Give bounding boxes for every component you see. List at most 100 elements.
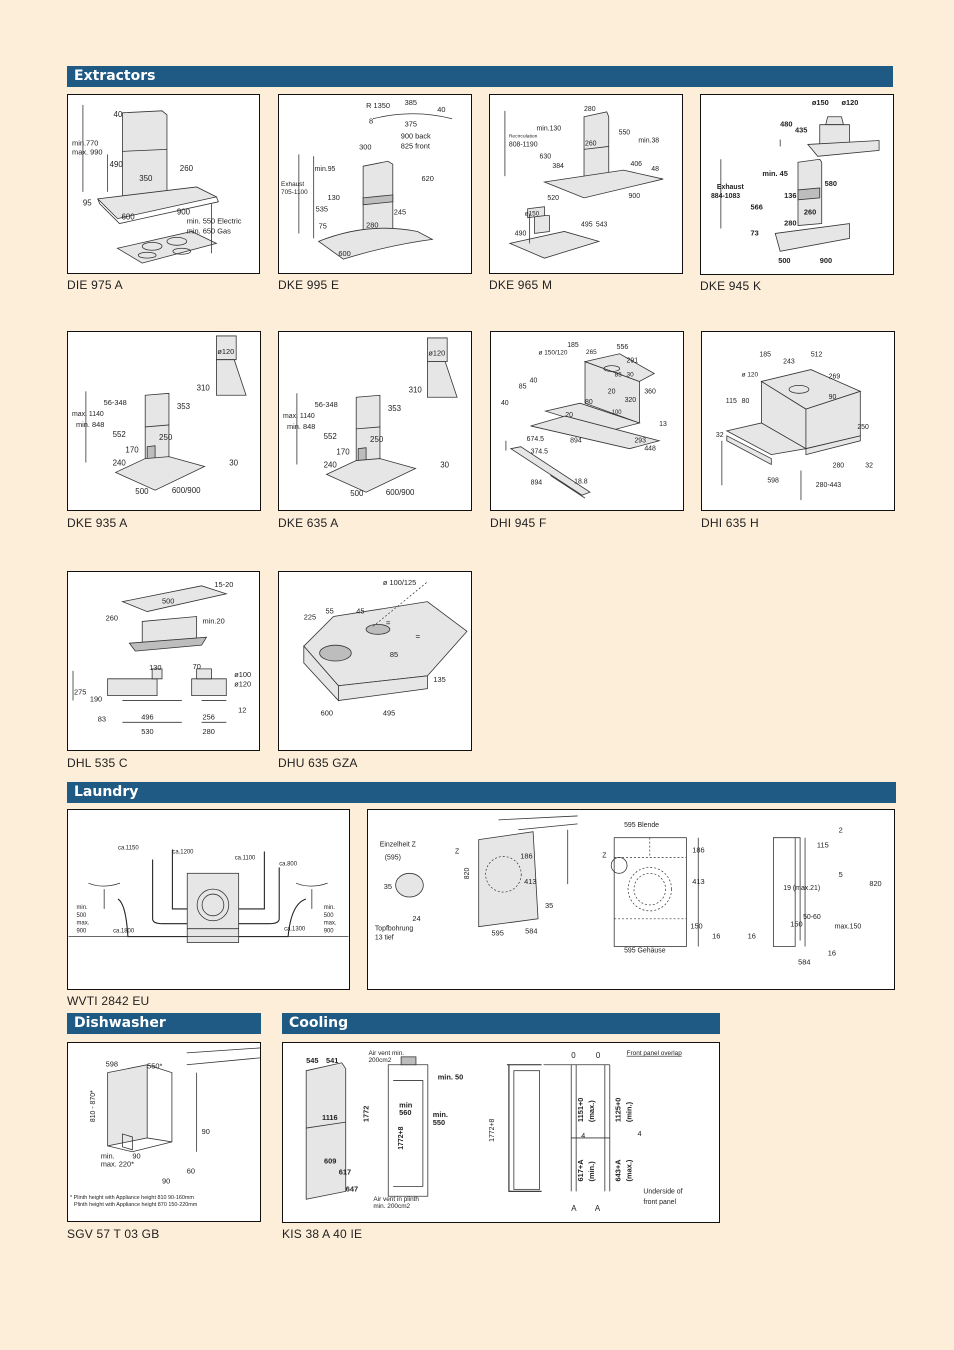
dim-label: 566 [751,203,763,212]
dim-label: 16 [712,932,720,941]
washer-dimension-drawing: Einzelheit Z (595) 35 24 Topfbohrung 13 … [375,815,882,966]
dim-label: 300 [359,142,371,151]
dim-label: 73 [751,228,759,237]
dim-label: 900 [76,929,87,935]
dim-label: 810 - 870* [90,1090,97,1122]
dim-label: 115 [726,398,737,405]
dim-label: 280 [833,462,845,469]
dim-label: 130 [149,663,161,672]
dim-label: 448 [644,446,656,453]
dim-label: 643+A [614,1159,623,1182]
dim-label: 500 [162,597,174,606]
dim-label: max.150 [835,924,862,931]
dim-label: 135 [433,675,445,684]
dim-label: ø120 [217,347,234,356]
model-caption: DIE 975 A [67,278,123,292]
dim-label: 13 tief [375,935,394,942]
dim-label: 12 [238,705,246,714]
section-header-extractors: Extractors [67,66,893,87]
dim-label: 1772+8 [489,1118,496,1141]
dim-label: (max.) [625,1159,634,1181]
model-caption: DKE 995 E [278,278,340,292]
hood-chimney-drawing: ø120 310 56-348 353 max. 1140 min. 848 5… [72,335,247,496]
dim-label: 375 [405,120,417,129]
dim-label: 40 [114,110,123,119]
dim-label: 80 [585,399,593,406]
dim-label: 85 [519,383,527,390]
dim-label: 40 [530,377,538,384]
dim-label: 24 [412,914,420,923]
dim-label: 30 [229,459,238,468]
dim-label: min. 45 [762,169,788,178]
footnote: Plinth height with Appliance height 870 … [74,1202,198,1208]
dim-label: 4 [637,1129,641,1138]
dim-label: 500 [350,489,364,498]
diagram-dhl-535-c: 15-20 500 260 min.20 130 70 ø100 ø120 27… [67,571,260,751]
dim-label: 280 [584,106,596,113]
dim-label: 413 [524,877,536,886]
dim-label: 900 [177,208,191,217]
dim-label: 543 [596,222,608,229]
dim-label: 45 [356,607,364,616]
dim-label: 495 [383,708,395,717]
dim-label: ø120 [234,680,251,689]
telescopic-hood-drawing: 185 512 243 ø 120 269 115 80 90 250 32 2… [716,352,873,501]
dim-label: 550 [433,1118,445,1127]
dim-label: 825 front [401,141,430,150]
dim-label: 35 [545,901,553,910]
diagram-laundry-connections: ca.1150 ca.1200 ca.1100 ca.800 min. 500 … [67,809,350,990]
dim-label: 185 [759,352,771,359]
dim-label: 243 [783,359,795,366]
dim-label: ø 120 [742,372,759,379]
dim-label: 55 [326,607,334,616]
dim-label: 56-348 [315,400,338,409]
dim-label: 556 [617,344,629,351]
dim-label: 808-1190 [509,141,538,148]
dim-label: min. [324,905,336,911]
dim-label: 600/900 [172,486,201,495]
dim-label: min.38 [638,137,659,144]
dim-label: = [386,618,391,627]
hood-wall-drawing: 280 min.130 550 Recirculation 808-1190 2… [504,106,664,259]
dim-label: (min.) [625,1101,634,1122]
dim-label: 4 [581,1131,585,1140]
dim-label: Recirculation [509,134,538,140]
hood-wall-drawing: R 1350 385 40 8 375 900 back 825 front 3… [281,98,453,260]
model-caption: DKE 635 A [278,516,339,530]
dim-label: 150 [690,922,702,931]
dim-label: 900 [629,193,641,200]
dim-label: 19 (max.21) [783,885,820,892]
dim-label: ø120 [428,349,445,358]
diagram-kis-38-a-40-ie: 545 541 Air vent min. 200cm2 min. 50 177… [282,1042,720,1223]
dim-label: 130 [328,193,340,202]
dim-label: 280-443 [816,482,842,489]
dim-label: min. 200cm2 [373,1203,410,1210]
conventional-hood-drawing: ø 100/125 225 55 45 = = 85 135 600 495 [303,578,468,717]
dim-label: max. [324,921,337,927]
dim-label: (min.) [587,1161,596,1182]
dim-label: ø 150/120 [539,350,568,357]
diagram-dke-935-a: ø120 310 56-348 353 max. 1140 min. 848 5… [67,331,261,511]
dim-label: 545 [306,1056,318,1065]
dim-label: 310 [197,383,211,392]
dim-label: 630 [540,153,552,160]
section-header-cooling: Cooling [282,1013,720,1034]
dim-label: 291 [627,358,639,365]
dim-label: 385 [405,98,417,107]
dim-label: (max.) [587,1100,596,1122]
dim-label: Einzelheit Z [380,842,416,849]
model-caption: DHL 535 C [67,756,128,770]
section-header-dishwasher: Dishwasher [67,1013,261,1034]
dim-label: 512 [811,352,823,359]
dim-label: 900 [324,929,335,935]
dim-label: = [416,632,421,641]
dim-label: 310 [409,385,423,394]
dim-label: min.130 [537,126,562,133]
dim-label: min.95 [315,166,336,173]
dim-label: ca.1800 [113,929,135,935]
dim-label: 90 [202,1127,210,1136]
dim-label: 552 [113,430,126,439]
dim-label: 275 [74,688,86,697]
dim-label: min. 650 Gas [187,226,231,235]
dim-label: 40 [501,400,509,407]
